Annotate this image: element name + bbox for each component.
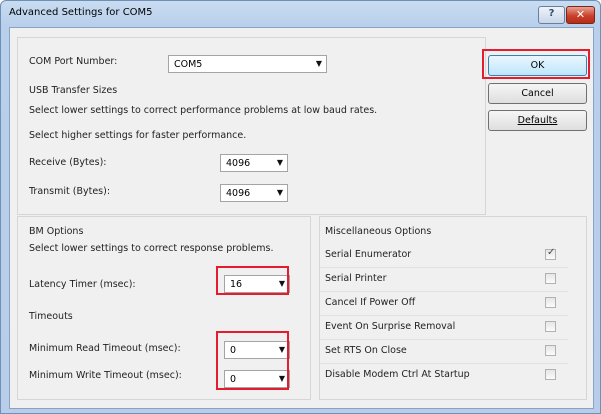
serial-enumerator-checkbox[interactable]: ✓ — [545, 247, 556, 260]
usb-transfer-desc-higher: Select higher settings for faster perfor… — [29, 130, 247, 141]
option-label: Serial Enumerator — [325, 249, 412, 260]
cancel-if-power-off-checkbox[interactable] — [545, 297, 556, 308]
bm-options-desc: Select lower settings to correct respons… — [29, 243, 274, 254]
receive-size-value: 4096 — [226, 158, 251, 169]
option-set-rts-on-close: Set RTS On Close — [320, 339, 568, 364]
latency-timer-label: Latency Timer (msec): — [29, 279, 136, 290]
usb-transfer-group: COM Port Number: COM5 ▼ USB Transfer Siz… — [17, 37, 486, 215]
usb-transfer-desc-lower: Select lower settings to correct perform… — [29, 105, 378, 116]
option-label: Disable Modem Ctrl At Startup — [325, 369, 470, 380]
com-port-value: COM5 — [174, 59, 203, 70]
defaults-button[interactable]: Defaults — [488, 110, 587, 131]
window-title: Advanced Settings for COM5 — [9, 7, 153, 18]
help-button[interactable]: ? — [538, 6, 565, 24]
chevron-down-icon: ▼ — [276, 158, 283, 167]
dialog-window: Advanced Settings for COM5 ? ✕ COM Port … — [0, 0, 601, 414]
com-port-select[interactable]: COM5 ▼ — [168, 55, 327, 73]
option-serial-enumerator: Serial Enumerator ✓ — [320, 243, 568, 268]
option-label: Cancel If Power Off — [325, 297, 416, 308]
cancel-button[interactable]: Cancel — [488, 83, 587, 104]
option-cancel-if-power-off: Cancel If Power Off — [320, 291, 568, 316]
option-event-on-surprise-removal: Event On Surprise Removal — [320, 315, 568, 340]
close-icon: ✕ — [575, 8, 586, 21]
ok-highlight — [482, 49, 590, 79]
chevron-down-icon: ▼ — [315, 59, 322, 68]
usb-transfer-title: USB Transfer Sizes — [29, 85, 118, 96]
com-port-label: COM Port Number: — [29, 56, 118, 67]
title-bar[interactable]: Advanced Settings for COM5 ? ✕ — [1, 1, 600, 27]
misc-options-group: Miscellaneous Options Serial Enumerator … — [319, 216, 587, 400]
help-icon: ? — [548, 8, 555, 19]
transmit-label: Transmit (Bytes): — [29, 186, 111, 197]
receive-size-select[interactable]: 4096 ▼ — [220, 154, 288, 172]
option-serial-printer: Serial Printer — [320, 267, 568, 292]
transmit-size-value: 4096 — [226, 188, 251, 199]
dialog-client: COM Port Number: COM5 ▼ USB Transfer Siz… — [9, 27, 594, 409]
option-label: Event On Surprise Removal — [325, 321, 456, 332]
misc-options-title: Miscellaneous Options — [325, 226, 432, 237]
close-button[interactable]: ✕ — [566, 6, 595, 24]
set-rts-on-close-checkbox[interactable] — [545, 345, 556, 356]
chevron-down-icon: ▼ — [276, 188, 283, 197]
min-write-timeout-label: Minimum Write Timeout (msec): — [29, 370, 182, 381]
option-label: Serial Printer — [325, 273, 387, 284]
disable-modem-ctrl-checkbox[interactable] — [545, 369, 556, 380]
option-disable-modem-ctrl: Disable Modem Ctrl At Startup — [320, 363, 568, 387]
event-on-surprise-removal-checkbox[interactable] — [545, 321, 556, 332]
defaults-label: Defaults — [517, 115, 558, 126]
option-label: Set RTS On Close — [325, 345, 407, 356]
serial-printer-checkbox[interactable] — [545, 273, 556, 284]
min-read-timeout-label: Minimum Read Timeout (msec): — [29, 343, 181, 354]
latency-highlight — [216, 266, 289, 295]
timeouts-highlight — [216, 331, 289, 390]
check-icon: ✓ — [547, 247, 556, 258]
receive-label: Receive (Bytes): — [29, 157, 107, 168]
timeouts-title: Timeouts — [29, 311, 73, 322]
transmit-size-select[interactable]: 4096 ▼ — [220, 184, 288, 202]
bm-options-title: BM Options — [29, 226, 84, 237]
